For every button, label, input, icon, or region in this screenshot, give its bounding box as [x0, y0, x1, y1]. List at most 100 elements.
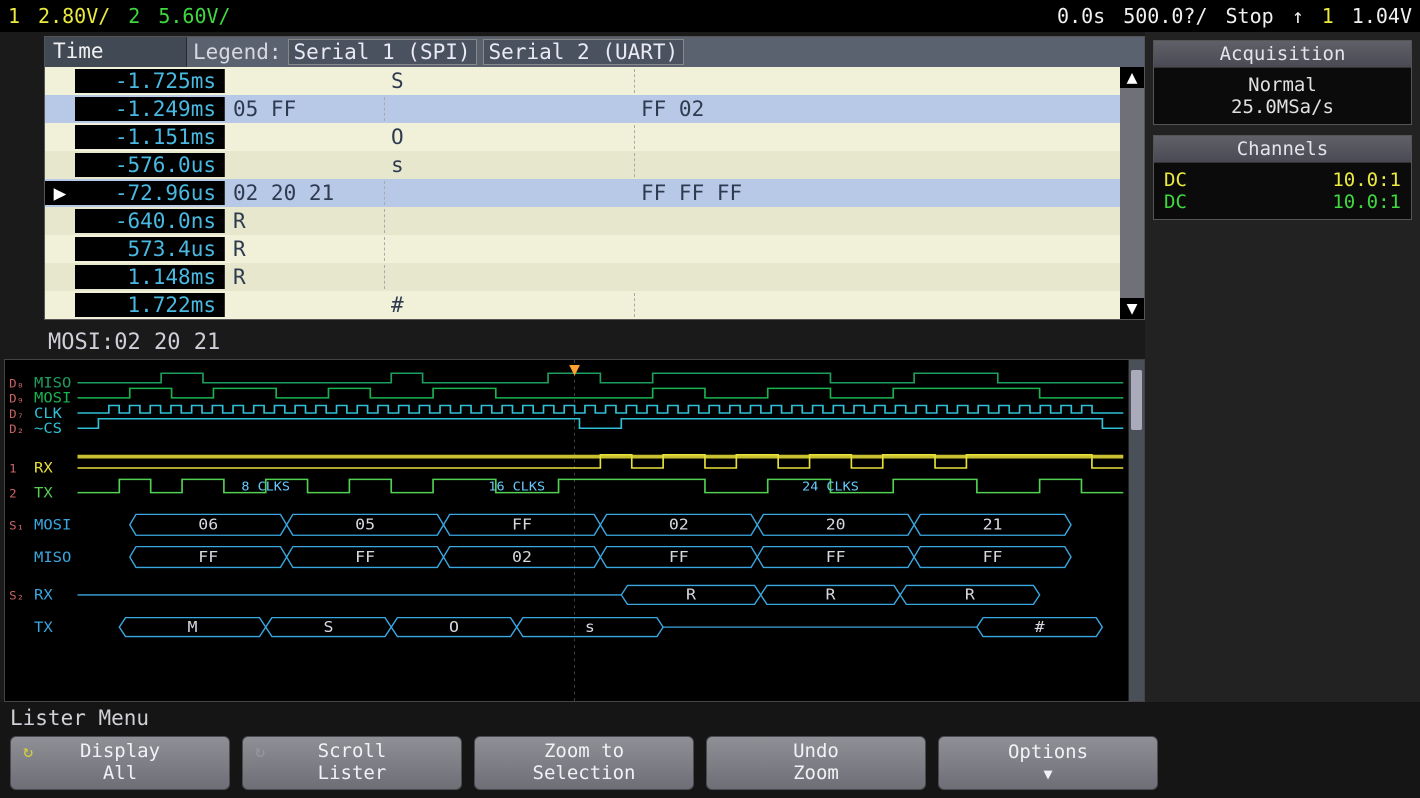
softkey-line2: Zoom	[793, 763, 839, 785]
softkey-undo[interactable]: UndoZoom	[706, 736, 926, 790]
svg-text:MOSI: MOSI	[34, 516, 71, 533]
lister-legend-label: Legend:	[193, 40, 282, 64]
svg-text:1: 1	[9, 462, 16, 475]
svg-text:~CS: ~CS	[34, 420, 62, 437]
svg-text:FF: FF	[983, 547, 1003, 565]
lister-row[interactable]: -640.0nsR	[45, 207, 1120, 235]
row-time: -1.725ms	[75, 69, 225, 93]
softkey-line2: Selection	[533, 763, 636, 785]
row-time: -640.0ns	[75, 209, 225, 233]
row-time: -576.0us	[75, 153, 225, 177]
row-time: -72.96us	[75, 181, 225, 205]
row-time: -1.151ms	[75, 125, 225, 149]
lister-scrollbar[interactable]: ▲ ▼	[1120, 67, 1144, 319]
svg-text:16 CLKS: 16 CLKS	[488, 480, 545, 494]
ch1-number: 1	[8, 4, 20, 28]
waveform-scrollbar[interactable]	[1128, 360, 1144, 701]
svg-text:FF: FF	[826, 547, 846, 565]
row-data3: FF FF FF	[635, 181, 1120, 205]
channels-panel[interactable]: Channels DC10.0:1DC10.0:1	[1153, 135, 1412, 220]
svg-text:TX: TX	[34, 484, 53, 501]
svg-text:D₉: D₉	[9, 392, 24, 405]
lister-row[interactable]: 573.4usR	[45, 235, 1120, 263]
row-data3: FF 02	[635, 97, 1120, 121]
softkey-zoom-to[interactable]: Zoom toSelection	[474, 736, 694, 790]
svg-text:FF: FF	[512, 515, 532, 533]
svg-text:02: 02	[512, 547, 532, 565]
acquisition-panel[interactable]: Acquisition Normal 25.0MSa/s	[1153, 40, 1412, 125]
svg-text:#: #	[1035, 618, 1045, 636]
ch2-volts-div: 5.60V/	[158, 4, 230, 28]
svg-text:MISO: MISO	[34, 548, 71, 565]
svg-text:06: 06	[198, 515, 218, 533]
svg-text:FF: FF	[198, 547, 218, 565]
row-data1: 02 20 21	[225, 181, 385, 205]
svg-text:FF: FF	[669, 547, 689, 565]
softkey-line1: Scroll	[318, 741, 387, 763]
row-data2: s	[385, 153, 635, 177]
lister-row[interactable]: -576.0us s	[45, 151, 1120, 179]
row-data2: #	[385, 293, 635, 317]
svg-text:RX: RX	[34, 586, 53, 603]
svg-text:RX: RX	[34, 459, 53, 476]
refresh-icon: ↻	[255, 743, 265, 763]
row-time: 1.722ms	[75, 293, 225, 317]
lister-table[interactable]: Time Legend: Serial 1 (SPI) Serial 2 (UA…	[44, 36, 1145, 320]
svg-text:21: 21	[983, 515, 1003, 533]
menu-name: Lister Menu	[0, 702, 1420, 736]
svg-text:TX: TX	[34, 618, 53, 635]
svg-text:M: M	[188, 618, 198, 636]
svg-text:D₇: D₇	[9, 407, 24, 420]
svg-text:S₁: S₁	[9, 519, 24, 532]
trigger-source: 1	[1322, 4, 1334, 28]
svg-text:24 CLKS: 24 CLKS	[802, 480, 859, 494]
softkey-line1: Options	[1008, 742, 1088, 764]
trigger-edge-icon: ↑	[1292, 4, 1304, 28]
svg-text:2: 2	[9, 487, 16, 500]
svg-text:8 CLKS: 8 CLKS	[241, 480, 290, 494]
trigger-level: 1.04V	[1352, 4, 1412, 28]
channels-title: Channels	[1154, 136, 1411, 163]
row-data1: R	[225, 237, 385, 261]
lister-serial2: Serial 2 (UART)	[483, 39, 685, 65]
waveform-display[interactable]: ▼ D₈MISOD₉MOSID₇CLKD₂~CS1RX2TX8 CLKS16 C…	[4, 359, 1145, 702]
softkey-line1: Undo	[793, 741, 839, 763]
scroll-down-icon[interactable]: ▼	[1120, 298, 1144, 319]
channel-row: DC10.0:1	[1164, 191, 1401, 213]
dropdown-icon: ▼	[1043, 766, 1052, 783]
svg-text:02: 02	[669, 515, 689, 533]
lister-time-header: Time	[45, 37, 187, 67]
lister-header: Time Legend: Serial 1 (SPI) Serial 2 (UA…	[45, 37, 1144, 67]
scroll-up-icon[interactable]: ▲	[1120, 67, 1144, 88]
row-data2: S	[385, 69, 635, 93]
acquisition-title: Acquisition	[1154, 41, 1411, 68]
softkey-menu: Lister Menu ↻DisplayAll↻ScrollListerZoom…	[0, 702, 1420, 798]
softkey-display[interactable]: ↻DisplayAll	[10, 736, 230, 790]
row-time: -1.249ms	[75, 97, 225, 121]
svg-text:O: O	[449, 618, 459, 636]
side-panel: Acquisition Normal 25.0MSa/s Channels DC…	[1145, 32, 1420, 702]
softkey-scroll[interactable]: ↻ScrollLister	[242, 736, 462, 790]
lister-row[interactable]: -1.249ms05 FF FF 02	[45, 95, 1120, 123]
lister-row[interactable]: -1.151ms O	[45, 123, 1120, 151]
lister-row[interactable]: -1.725ms S	[45, 67, 1120, 95]
softkey-options[interactable]: Options ▼	[938, 736, 1158, 790]
lister-row[interactable]: 1.148msR	[45, 263, 1120, 291]
horizontal-delay: 0.0s	[1057, 4, 1105, 28]
decode-header: MOSI:02 20 21	[0, 322, 1145, 359]
svg-text:R: R	[686, 585, 696, 603]
row-data2: O	[385, 125, 635, 149]
svg-text:D₈: D₈	[9, 377, 24, 390]
softkey-line1: Zoom to	[544, 741, 624, 763]
acquisition-mode: Normal	[1164, 74, 1401, 96]
lister-row[interactable]: 1.722ms #	[45, 291, 1120, 319]
row-data1: R	[225, 265, 385, 289]
svg-text:S: S	[323, 618, 333, 636]
lister-row[interactable]: ▶-72.96us02 20 21FF FF FF	[45, 179, 1120, 207]
run-state: Stop	[1226, 4, 1274, 28]
softkey-line1: Display	[80, 741, 160, 763]
row-data1: 05 FF	[225, 97, 385, 121]
top-status-bar: 1 2.80V/ 2 5.60V/ 0.0s 500.0?/ Stop ↑ 1 …	[0, 0, 1420, 32]
time-per-div: 500.0?/	[1123, 4, 1207, 28]
svg-text:05: 05	[355, 515, 375, 533]
